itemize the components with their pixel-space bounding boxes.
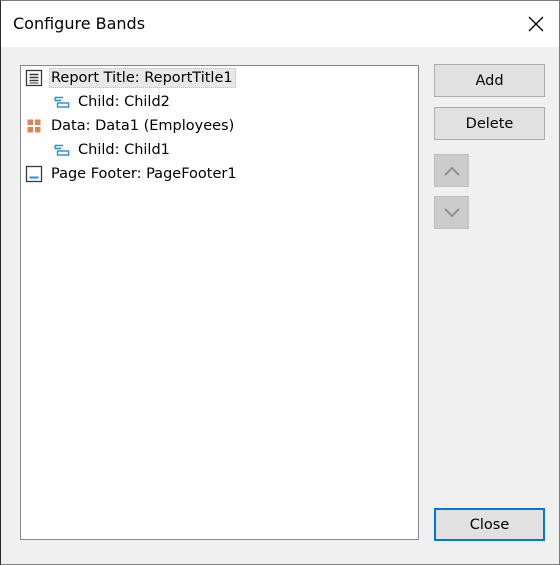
tree-item-label: Page Footer: PageFooter1 [51,166,237,182]
tree-item-child2[interactable]: Child: Child2 [52,91,173,113]
tree-item-label: Child: Child1 [78,142,170,158]
tree-item-data[interactable]: Data: Data1 (Employees) [25,115,237,137]
child-band-icon [52,93,70,111]
chevron-down-icon [443,207,460,217]
move-up-button[interactable] [434,154,469,187]
bands-tree[interactable]: Report Title: ReportTitle1 Child: Child2 [20,65,419,540]
title-bar: Configure Bands [1,1,559,47]
delete-button[interactable]: Delete [434,107,545,140]
chevron-up-icon [443,166,460,176]
child-band-icon [52,141,70,159]
tree-item-report-title[interactable]: Report Title: ReportTitle1 [25,67,236,89]
dialog-title: Configure Bands [13,14,146,33]
report-title-band-icon [25,69,43,87]
page-footer-band-icon [25,165,43,183]
move-down-button[interactable] [434,196,469,229]
close-icon [528,16,544,32]
tree-item-child1[interactable]: Child: Child1 [52,139,173,161]
configure-bands-dialog: Configure Bands Report Title: ReportTitl… [0,0,560,565]
tree-item-label: Data: Data1 (Employees) [51,118,235,134]
data-band-icon [25,117,43,135]
tree-item-page-footer[interactable]: Page Footer: PageFooter1 [25,163,240,185]
tree-item-label: Child: Child2 [78,94,170,110]
tree-item-label: Report Title: ReportTitle1 [49,68,236,88]
window-close-button[interactable] [513,1,559,47]
add-button[interactable]: Add [434,64,545,97]
close-button[interactable]: Close [434,508,545,541]
